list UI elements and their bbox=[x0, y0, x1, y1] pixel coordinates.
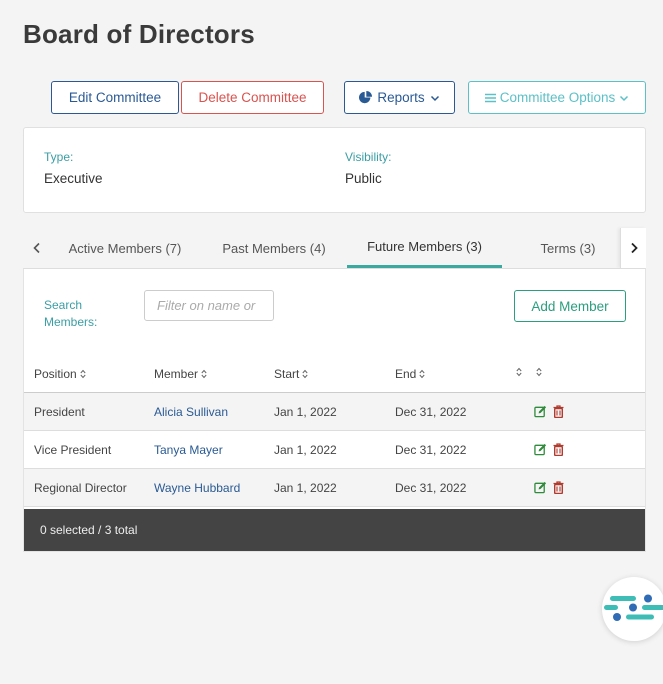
chevron-down-icon bbox=[430, 93, 440, 103]
cell-start: Jan 1, 2022 bbox=[274, 443, 337, 457]
pie-chart-icon bbox=[359, 91, 373, 104]
cell-start: Jan 1, 2022 bbox=[274, 405, 337, 419]
type-value: Executive bbox=[44, 171, 103, 186]
future-members-panel: Search Members: Add Member Position Memb… bbox=[23, 268, 646, 552]
delete-committee-button[interactable]: Delete Committee bbox=[181, 81, 324, 114]
visibility-label: Visibility: bbox=[345, 150, 392, 164]
table-row: Vice President Tanya Mayer Jan 1, 2022 D… bbox=[24, 431, 645, 469]
column-header-label: Start bbox=[274, 367, 300, 381]
column-header-actions-a[interactable] bbox=[516, 367, 522, 377]
delete-committee-label: Delete Committee bbox=[198, 90, 307, 105]
trash-icon[interactable] bbox=[553, 443, 564, 461]
row-actions bbox=[534, 443, 564, 461]
row-actions bbox=[534, 481, 564, 499]
menu-lines-icon bbox=[484, 93, 496, 103]
cell-start: Jan 1, 2022 bbox=[274, 481, 337, 495]
cell-position: President bbox=[34, 405, 85, 419]
add-member-button[interactable]: Add Member bbox=[514, 290, 626, 322]
edit-committee-button[interactable]: Edit Committee bbox=[51, 81, 179, 114]
tab-terms[interactable]: Terms (3) bbox=[513, 228, 623, 268]
column-header-position[interactable]: Position bbox=[34, 367, 86, 381]
table-row: President Alicia Sullivan Jan 1, 2022 De… bbox=[24, 393, 645, 431]
column-header-member[interactable]: Member bbox=[154, 367, 207, 381]
edit-icon[interactable] bbox=[534, 405, 547, 423]
selection-count: 0 selected / 3 total bbox=[40, 523, 138, 537]
sort-icon bbox=[302, 369, 308, 379]
page-title: Board of Directors bbox=[23, 19, 255, 49]
edit-icon[interactable] bbox=[534, 481, 547, 499]
chevron-left-icon bbox=[33, 242, 40, 254]
cell-member-link[interactable]: Alicia Sullivan bbox=[154, 405, 228, 419]
column-header-actions-b[interactable] bbox=[536, 367, 542, 377]
add-member-label: Add Member bbox=[531, 298, 609, 314]
column-header-label: Position bbox=[34, 367, 77, 381]
cell-position: Regional Director bbox=[34, 481, 127, 495]
sort-icon bbox=[536, 367, 542, 377]
committee-info-card: Type: Executive Visibility: Public bbox=[23, 127, 646, 213]
column-header-label: End bbox=[395, 367, 417, 381]
reports-label: Reports bbox=[377, 90, 425, 105]
chevron-right-icon bbox=[630, 242, 638, 254]
row-actions bbox=[534, 405, 564, 423]
chevron-down-icon bbox=[619, 93, 629, 103]
tab-future-members[interactable]: Future Members (3) bbox=[347, 228, 502, 268]
tab-scroll-right[interactable] bbox=[620, 228, 646, 268]
table-header: Position Member Start End bbox=[24, 355, 645, 393]
column-header-label: Member bbox=[154, 367, 199, 381]
cell-position: Vice President bbox=[34, 443, 112, 457]
search-members-label: Search Members: bbox=[44, 298, 98, 329]
chat-logo-icon bbox=[604, 594, 663, 621]
committee-options-button[interactable]: Committee Options bbox=[468, 81, 646, 114]
sort-icon bbox=[419, 369, 425, 379]
reports-button[interactable]: Reports bbox=[344, 81, 455, 114]
cell-end: Dec 31, 2022 bbox=[395, 481, 467, 495]
visibility-value: Public bbox=[345, 171, 382, 186]
cell-member-link[interactable]: Wayne Hubbard bbox=[154, 481, 240, 495]
committee-options-label: Committee Options bbox=[499, 90, 616, 105]
chat-widget-button[interactable] bbox=[602, 577, 663, 641]
member-tabs: Active Members (7) Past Members (4) Futu… bbox=[23, 228, 646, 268]
cell-end: Dec 31, 2022 bbox=[395, 405, 467, 419]
tab-past-members[interactable]: Past Members (4) bbox=[205, 228, 343, 268]
column-header-end[interactable]: End bbox=[395, 367, 425, 381]
tab-scroll-left[interactable] bbox=[23, 228, 51, 268]
cell-member-link[interactable]: Tanya Mayer bbox=[154, 443, 223, 457]
tab-active-members[interactable]: Active Members (7) bbox=[55, 228, 195, 268]
sort-icon bbox=[516, 367, 522, 377]
trash-icon[interactable] bbox=[553, 405, 564, 423]
column-header-start[interactable]: Start bbox=[274, 367, 308, 381]
selection-status-bar: 0 selected / 3 total bbox=[24, 509, 645, 551]
edit-committee-label: Edit Committee bbox=[68, 90, 162, 105]
table-row: Regional Director Wayne Hubbard Jan 1, 2… bbox=[24, 469, 645, 507]
trash-icon[interactable] bbox=[553, 481, 564, 499]
search-members-input[interactable] bbox=[144, 290, 274, 321]
sort-icon bbox=[80, 369, 86, 379]
edit-icon[interactable] bbox=[534, 443, 547, 461]
type-label: Type: bbox=[44, 150, 74, 164]
cell-end: Dec 31, 2022 bbox=[395, 443, 467, 457]
sort-icon bbox=[201, 369, 207, 379]
